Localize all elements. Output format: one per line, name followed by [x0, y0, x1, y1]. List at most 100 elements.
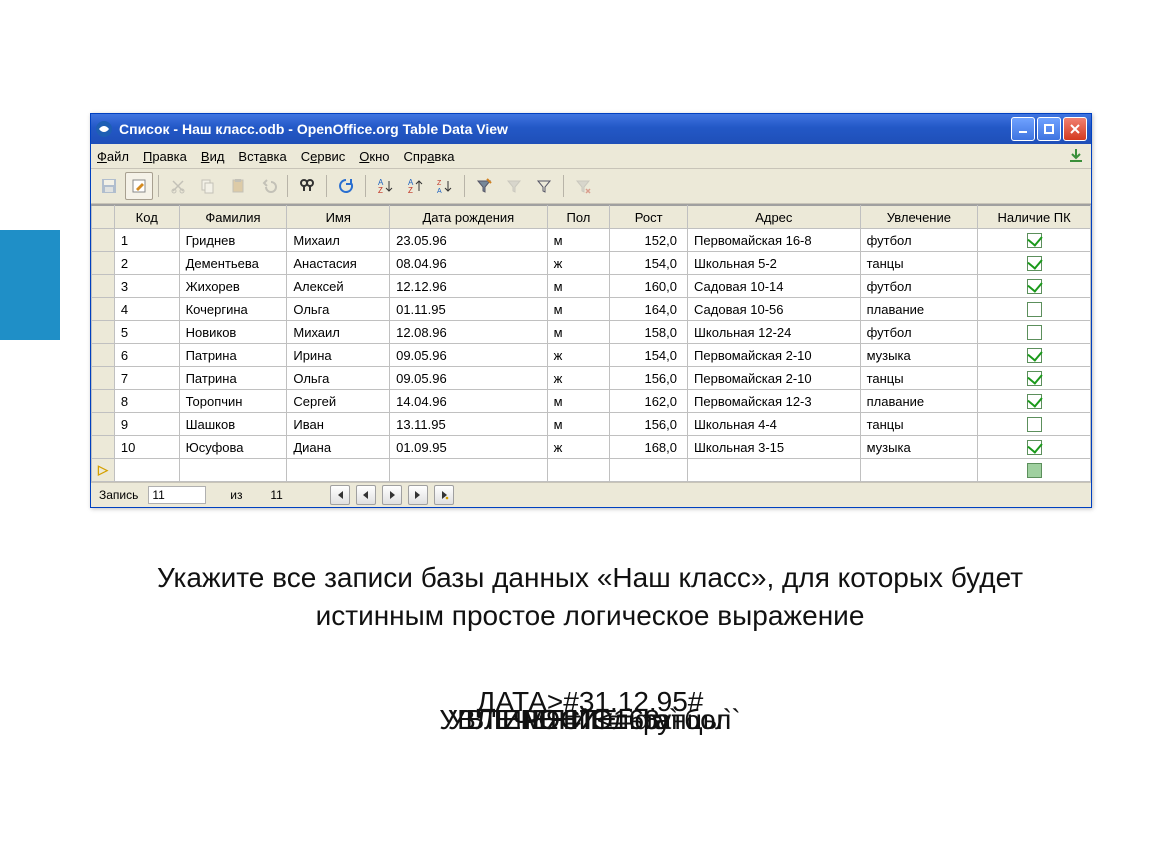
- col-hobby[interactable]: Увлечение: [860, 206, 978, 229]
- menu-view[interactable]: Вид: [201, 149, 225, 164]
- checkbox-icon[interactable]: [1027, 371, 1042, 386]
- cell-code[interactable]: 2: [114, 252, 179, 275]
- col-address[interactable]: Адрес: [688, 206, 861, 229]
- cell-pc[interactable]: [978, 298, 1091, 321]
- cell-name[interactable]: Анастасия: [287, 252, 390, 275]
- cell-sex[interactable]: м: [547, 321, 610, 344]
- sort-button[interactable]: ZA: [431, 172, 459, 200]
- row-selector[interactable]: [92, 252, 115, 275]
- cell-birth[interactable]: 01.09.95: [390, 436, 547, 459]
- download-icon[interactable]: [1067, 147, 1085, 165]
- cell-surname[interactable]: Патрина: [179, 367, 287, 390]
- cell-surname[interactable]: Новиков: [179, 321, 287, 344]
- checkbox-icon[interactable]: [1027, 440, 1042, 455]
- cell-code[interactable]: 1: [114, 229, 179, 252]
- cell-surname[interactable]: Жихорев: [179, 275, 287, 298]
- data-grid[interactable]: Код Фамилия Имя Дата рождения Пол Рост А…: [91, 204, 1091, 482]
- cell-height[interactable]: 160,0: [610, 275, 688, 298]
- table-row[interactable]: 4КочергинаОльга01.11.95м164,0Садовая 10-…: [92, 298, 1091, 321]
- table-row[interactable]: 5НовиковМихаил12.08.96м158,0Школьная 12-…: [92, 321, 1091, 344]
- row-selector[interactable]: [92, 321, 115, 344]
- cell-hobby[interactable]: плавание: [860, 298, 978, 321]
- close-button[interactable]: [1063, 117, 1087, 141]
- table-row[interactable]: 1ГридневМихаил23.05.96м152,0Первомайская…: [92, 229, 1091, 252]
- cell-address[interactable]: Садовая 10-56: [688, 298, 861, 321]
- nav-prev-button[interactable]: [356, 485, 376, 505]
- cell-code[interactable]: 4: [114, 298, 179, 321]
- cell-name[interactable]: Михаил: [287, 229, 390, 252]
- cell-name[interactable]: Сергей: [287, 390, 390, 413]
- default-filter-button[interactable]: [530, 172, 558, 200]
- cell-code[interactable]: 8: [114, 390, 179, 413]
- edit-button[interactable]: [125, 172, 153, 200]
- menu-help[interactable]: Справка: [404, 149, 455, 164]
- cell-sex[interactable]: ж: [547, 344, 610, 367]
- menu-tools[interactable]: Сервис: [301, 149, 346, 164]
- cell-sex[interactable]: м: [547, 390, 610, 413]
- cell-sex[interactable]: м: [547, 275, 610, 298]
- cell-height[interactable]: 156,0: [610, 367, 688, 390]
- cell-name[interactable]: Иван: [287, 413, 390, 436]
- cell-pc[interactable]: [978, 229, 1091, 252]
- cell-pc[interactable]: [978, 275, 1091, 298]
- cell-sex[interactable]: ж: [547, 436, 610, 459]
- cell-hobby[interactable]: танцы: [860, 413, 978, 436]
- cell-height[interactable]: 152,0: [610, 229, 688, 252]
- save-button[interactable]: [95, 172, 123, 200]
- cell-code[interactable]: 3: [114, 275, 179, 298]
- cell-hobby[interactable]: футбол: [860, 229, 978, 252]
- cell-sex[interactable]: м: [547, 298, 610, 321]
- cell-code[interactable]: 7: [114, 367, 179, 390]
- cell-surname[interactable]: Юсуфова: [179, 436, 287, 459]
- cell-height[interactable]: 154,0: [610, 344, 688, 367]
- row-selector[interactable]: [92, 298, 115, 321]
- col-surname[interactable]: Фамилия: [179, 206, 287, 229]
- cell-birth[interactable]: 12.08.96: [390, 321, 547, 344]
- autofilter-button[interactable]: [470, 172, 498, 200]
- col-height[interactable]: Рост: [610, 206, 688, 229]
- cell-name[interactable]: Ольга: [287, 367, 390, 390]
- standard-filter-button[interactable]: [500, 172, 528, 200]
- cell-surname[interactable]: Гриднев: [179, 229, 287, 252]
- cell-birth[interactable]: 14.04.96: [390, 390, 547, 413]
- cell-surname[interactable]: Кочергина: [179, 298, 287, 321]
- cell-name[interactable]: Алексей: [287, 275, 390, 298]
- cell-address[interactable]: Школьная 4-4: [688, 413, 861, 436]
- cell-surname[interactable]: Торопчин: [179, 390, 287, 413]
- cell-code[interactable]: 5: [114, 321, 179, 344]
- cell-height[interactable]: 158,0: [610, 321, 688, 344]
- cell-address[interactable]: Школьная 3-15: [688, 436, 861, 459]
- table-row[interactable]: 3ЖихоревАлексей12.12.96м160,0Садовая 10-…: [92, 275, 1091, 298]
- new-record-row[interactable]: ▷: [92, 459, 1091, 482]
- cell-height[interactable]: 164,0: [610, 298, 688, 321]
- checkbox-icon[interactable]: [1027, 302, 1042, 317]
- row-selector[interactable]: [92, 390, 115, 413]
- menu-window[interactable]: Окно: [359, 149, 389, 164]
- col-birth[interactable]: Дата рождения: [390, 206, 547, 229]
- table-row[interactable]: 8ТоропчинСергей14.04.96м162,0Первомайска…: [92, 390, 1091, 413]
- table-row[interactable]: 2ДементьеваАнастасия08.04.96ж154,0Школьн…: [92, 252, 1091, 275]
- cell-pc[interactable]: [978, 413, 1091, 436]
- cell-code[interactable]: 6: [114, 344, 179, 367]
- col-pc[interactable]: Наличие ПК: [978, 206, 1091, 229]
- cell-birth[interactable]: 09.05.96: [390, 344, 547, 367]
- paste-button[interactable]: [224, 172, 252, 200]
- cell-birth[interactable]: 01.11.95: [390, 298, 547, 321]
- cell-pc[interactable]: [978, 436, 1091, 459]
- cut-button[interactable]: [164, 172, 192, 200]
- nav-next-button[interactable]: [382, 485, 402, 505]
- row-selector[interactable]: [92, 436, 115, 459]
- cell-birth[interactable]: 13.11.95: [390, 413, 547, 436]
- cell-code[interactable]: 10: [114, 436, 179, 459]
- row-selector-header[interactable]: [92, 206, 115, 229]
- cell-address[interactable]: Первомайская 2-10: [688, 344, 861, 367]
- sort-asc-button[interactable]: AZ: [371, 172, 399, 200]
- menu-file[interactable]: Файл: [97, 149, 129, 164]
- cell-height[interactable]: 168,0: [610, 436, 688, 459]
- maximize-button[interactable]: [1037, 117, 1061, 141]
- checkbox-icon[interactable]: [1027, 256, 1042, 271]
- checkbox-icon[interactable]: [1027, 394, 1042, 409]
- copy-button[interactable]: [194, 172, 222, 200]
- cell-address[interactable]: Садовая 10-14: [688, 275, 861, 298]
- cell-pc[interactable]: [978, 321, 1091, 344]
